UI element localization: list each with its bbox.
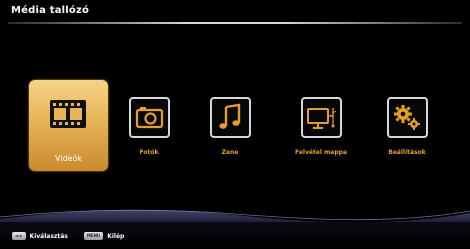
media-browser-screen: Média tallózó Videók Fotók Zene Felvétel… [0,0,470,249]
menu-hint-label: Kilép [107,232,125,240]
tile-music-label: Zene [221,149,239,156]
camera-icon [135,107,164,129]
music-note-icon [219,103,241,129]
navigate-key-icon: ◄ ► [12,232,26,240]
tile-recordings[interactable] [301,97,342,138]
footer-hints: ◄ ► Kiválasztás MENU Kilép [12,230,124,242]
menu-key-icon: MENU [83,232,104,240]
tile-settings-label: Beállítások [388,149,426,156]
film-icon [50,100,86,128]
tile-settings[interactable] [387,97,428,138]
tile-music[interactable] [210,97,251,138]
tile-photos[interactable] [129,97,170,138]
tile-photos-label: Fotók [139,149,159,156]
gears-icon [394,105,420,130]
monitor-usb-icon [307,108,337,129]
tile-videos-label: Videók [54,154,83,163]
tile-recordings-label: Felvétel mappa [295,149,347,156]
navigate-hint-label: Kiválasztás [29,232,68,240]
tile-videos[interactable]: Videók [29,80,108,171]
